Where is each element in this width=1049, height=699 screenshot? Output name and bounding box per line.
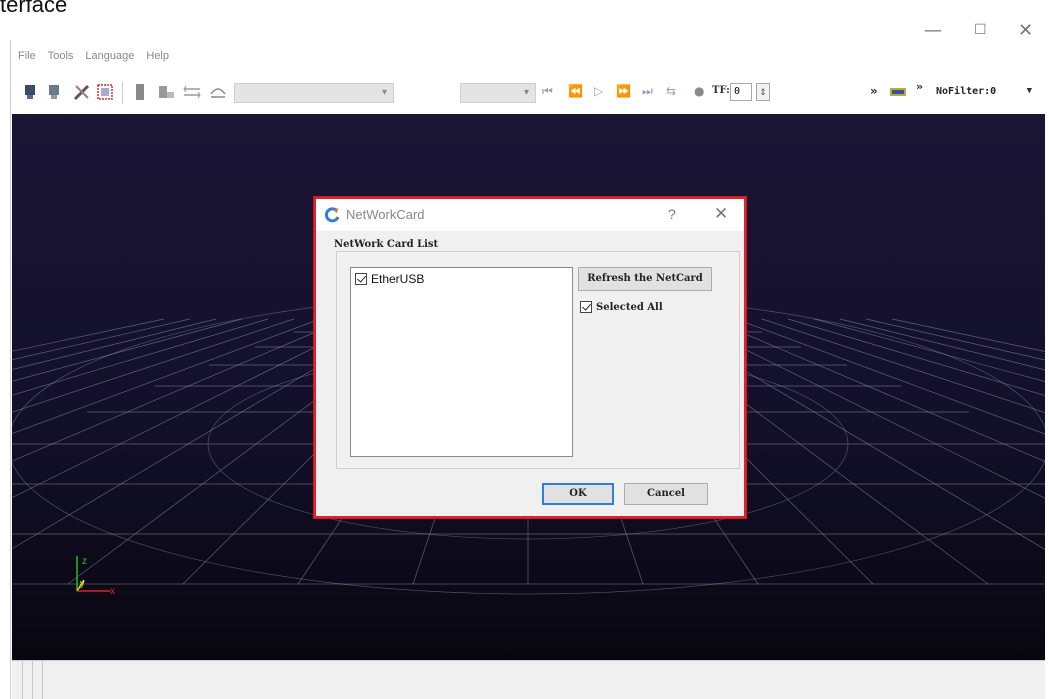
previous-frame-icon[interactable]: ⏪: [568, 84, 583, 98]
network-card-list[interactable]: EtherUSB: [350, 267, 573, 457]
network-card-icon[interactable]: [888, 82, 908, 102]
grid-line-depth: [787, 318, 1045, 396]
status-divider: [42, 661, 43, 699]
record-icon[interactable]: [156, 82, 176, 102]
disconnect-icon[interactable]: [44, 82, 64, 102]
status-divider: [22, 661, 23, 699]
dialog-close-icon[interactable]: ✕: [714, 204, 728, 224]
close-window-button[interactable]: ✕: [1018, 20, 1033, 41]
grid-line-depth: [12, 318, 243, 382]
next-frame-icon[interactable]: ⏩: [616, 84, 631, 98]
filter-combo[interactable]: NoFilter:0 ▼: [930, 83, 1034, 103]
dialog-title: NetWorkCard: [346, 207, 425, 222]
tools-icon[interactable]: [72, 82, 92, 102]
select-all-checkbox[interactable]: Selected All: [580, 301, 663, 313]
app-logo-icon: [324, 207, 340, 223]
toolbar-separator: [122, 82, 123, 104]
last-frame-icon[interactable]: ⏭: [642, 84, 653, 99]
grid-line-depth: [813, 318, 1045, 382]
grid-line-depth: [12, 318, 217, 370]
dialog-titlebar[interactable]: NetWorkCard ? ✕: [316, 199, 744, 231]
ok-button[interactable]: OK: [542, 483, 614, 505]
group-label: NetWork Card List: [334, 239, 439, 250]
play-icon[interactable]: ▷: [594, 84, 603, 98]
grid-line-depth: [12, 318, 347, 462]
help-icon[interactable]: ?: [668, 206, 676, 222]
chevron-down-icon: ▾: [381, 87, 387, 98]
menu-tools[interactable]: Tools: [48, 50, 74, 66]
select-all-box[interactable]: [580, 301, 592, 313]
tf-input[interactable]: 0: [730, 83, 752, 101]
toolbar-overflow-icon-2[interactable]: »: [916, 80, 923, 93]
card-label: EtherUSB: [371, 272, 425, 286]
first-frame-icon[interactable]: ⏮: [542, 84, 553, 99]
loop-icon[interactable]: ⇆: [666, 84, 676, 98]
mode-combo[interactable]: ▾: [460, 83, 536, 103]
grid-line-depth: [12, 318, 269, 396]
cancel-button[interactable]: Cancel: [624, 483, 708, 505]
record-dot-icon[interactable]: ●: [694, 84, 704, 98]
grid-line-depth: [735, 318, 1045, 435]
grid-line-depth: [761, 318, 1045, 413]
menu-file[interactable]: File: [18, 50, 36, 66]
maximize-button[interactable]: ☐: [974, 22, 987, 38]
select-all-label: Selected All: [596, 301, 663, 313]
select-region-icon[interactable]: [96, 82, 116, 102]
grid-line-depth: [839, 318, 1045, 371]
tf-label: TF:: [712, 85, 730, 96]
chevron-down-icon: ▼: [1026, 86, 1032, 96]
toolbar-overflow-icon[interactable]: »: [870, 84, 878, 98]
filter-value: NoFilter:0: [936, 86, 997, 97]
menu-language[interactable]: Language: [85, 50, 134, 66]
menu-help[interactable]: Help: [146, 50, 169, 66]
document-caption: terface: [0, 0, 68, 17]
card-checkbox[interactable]: [355, 273, 367, 285]
calibrate-icon[interactable]: [208, 82, 228, 102]
source-combo[interactable]: ▾: [234, 83, 394, 103]
network-card-dialog: NetWorkCard ? ✕ NetWork Card List EtherU…: [314, 197, 746, 518]
tf-spinner[interactable]: ⇕: [756, 83, 770, 101]
status-bar: [12, 660, 1045, 699]
device-icon[interactable]: [130, 82, 150, 102]
status-divider: [32, 661, 33, 699]
align-icon[interactable]: [182, 82, 202, 102]
page: terface — ☐ ✕ File Tools Language Help ▾…: [0, 0, 1049, 699]
menu-bar: File Tools Language Help: [18, 50, 169, 66]
grid-line-depth: [709, 318, 1045, 462]
minimize-button[interactable]: —: [924, 20, 942, 41]
refresh-netcard-button[interactable]: Refresh the NetCard: [578, 267, 712, 291]
connect-icon[interactable]: [20, 82, 40, 102]
grid-line-depth: [12, 318, 321, 435]
chevron-down-icon: ▾: [523, 87, 529, 98]
grid-line-depth: [12, 318, 191, 361]
list-item[interactable]: EtherUSB: [355, 272, 424, 286]
toolbar: ▾ ▾ ⏮ ⏪ ▷ ⏩ ⏭ ⇆ ● TF: 0 ⇕ » » NoFilter:0…: [12, 76, 1049, 110]
